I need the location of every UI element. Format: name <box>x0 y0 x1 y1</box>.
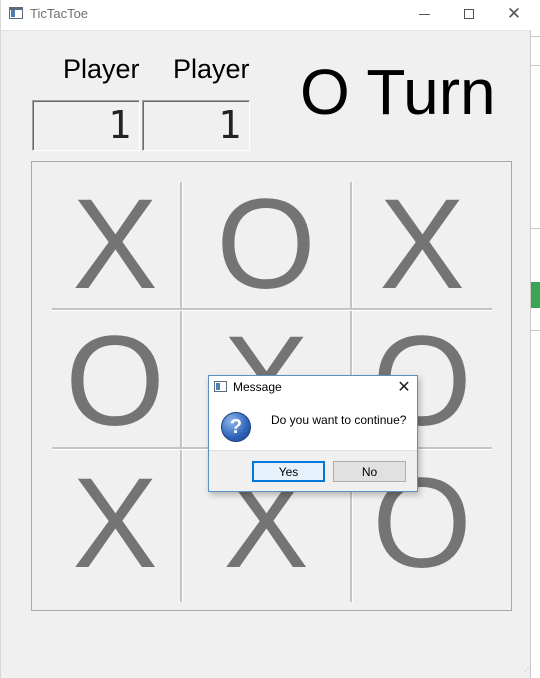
dialog-title-bar[interactable]: Message ✕ <box>209 376 417 400</box>
background-window-edge-mark <box>531 282 540 308</box>
maximize-button[interactable] <box>446 0 492 28</box>
dialog-footer: Yes No <box>209 450 417 491</box>
title-bar[interactable]: TicTacToe ✕ <box>1 0 532 31</box>
dialog-message: Do you want to continue? <box>271 413 407 427</box>
board-cell-1[interactable]: X <box>50 180 180 310</box>
maximize-icon <box>464 9 474 19</box>
board-cell-2[interactable]: O <box>182 180 350 310</box>
dialog-close-button[interactable]: ✕ <box>395 378 413 396</box>
no-button[interactable]: No <box>333 461 406 482</box>
player1-label: Player <box>63 54 140 84</box>
dialog-app-icon <box>214 381 227 392</box>
tictactoe-window: TicTacToe ✕ Player Player 1 1 O Turn X O… <box>0 0 532 678</box>
grid-line-vertical-1 <box>180 182 183 602</box>
dialog-title: Message <box>233 380 282 394</box>
continue-dialog: Message ✕ ? Do you want to continue? Yes… <box>208 375 418 492</box>
question-icon: ? <box>221 412 251 442</box>
board-cell-7[interactable]: X <box>50 454 180 594</box>
close-icon: ✕ <box>506 4 522 23</box>
board-cell-4[interactable]: O <box>50 314 180 450</box>
grid-line-horizontal-1 <box>52 308 492 311</box>
yes-button[interactable]: Yes <box>252 461 325 482</box>
background-window-edge-mark <box>531 330 540 343</box>
player1-score-display: 1 <box>32 100 140 151</box>
window-title: TicTacToe <box>30 6 89 21</box>
close-icon: ✕ <box>397 379 411 396</box>
turn-indicator: O Turn <box>300 56 496 128</box>
player2-score-display: 1 <box>142 100 250 151</box>
minimize-icon <box>418 13 430 15</box>
dialog-body: ? Do you want to continue? <box>209 400 417 450</box>
player2-label: Player <box>173 54 250 84</box>
board-cell-3[interactable]: X <box>352 180 492 310</box>
background-window-edge-mark <box>531 36 540 66</box>
app-icon <box>9 7 23 19</box>
background-window-edge-mark <box>531 228 540 239</box>
minimize-button[interactable] <box>401 0 447 28</box>
